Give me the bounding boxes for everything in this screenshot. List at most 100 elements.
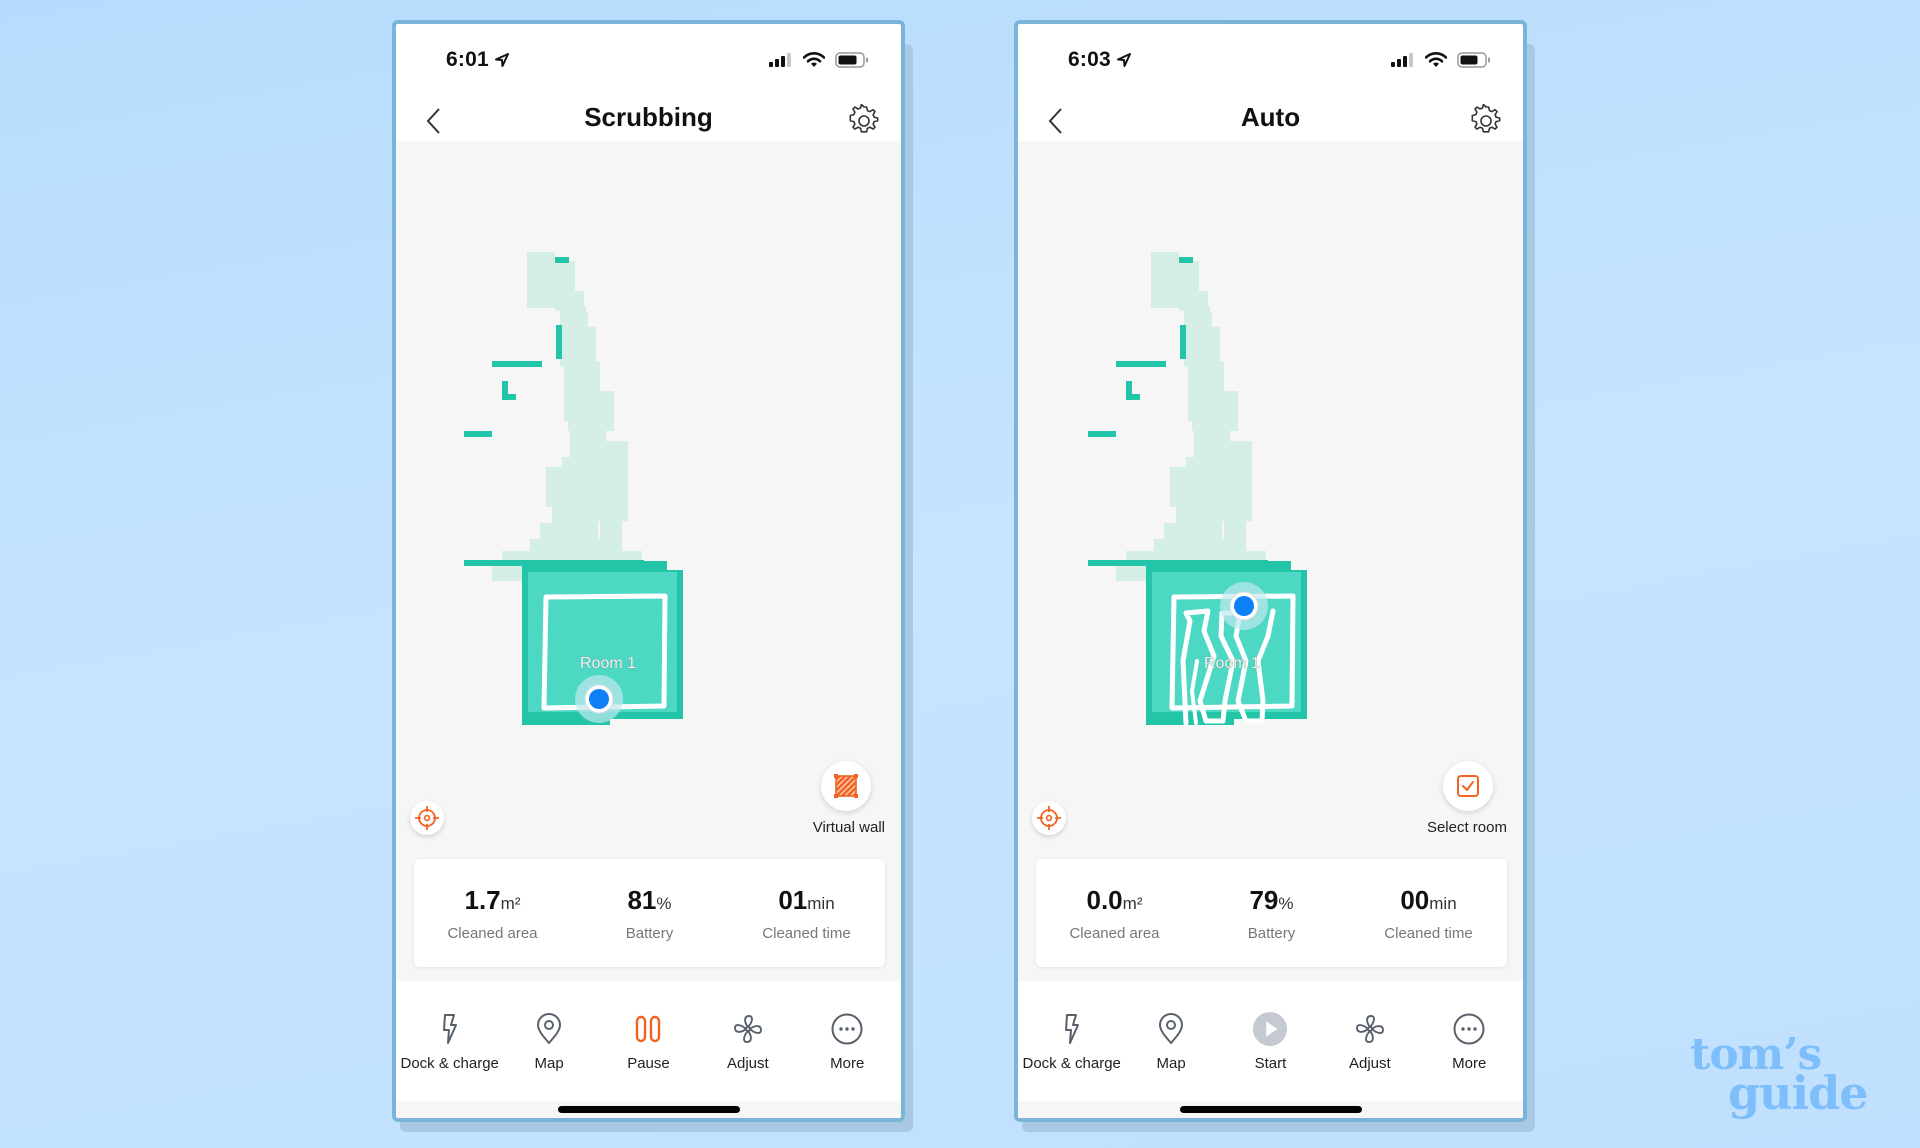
nav-label: Dock & charge: [1022, 1054, 1121, 1072]
page-title: Scrubbing: [584, 102, 713, 132]
pause-icon: [636, 1015, 661, 1042]
more-button[interactable]: More: [799, 1011, 895, 1072]
wifi-icon: [1425, 52, 1447, 67]
fan-icon: [1355, 1014, 1384, 1043]
phone-screen-scrubbing: 6:01 Scrubbing Room 1 Virtual wall 1.7m²…: [392, 20, 905, 1122]
adjust-button[interactable]: Adjust: [1322, 1011, 1418, 1072]
status-time: 6:03: [1068, 48, 1111, 71]
map-button[interactable]: Map: [1123, 1011, 1219, 1072]
status-bar: 6:01: [396, 24, 901, 94]
nav-label: Adjust: [727, 1054, 769, 1072]
home-indicator[interactable]: [557, 1106, 740, 1113]
virtual-wall-icon: [834, 774, 858, 798]
fan-icon: [733, 1014, 762, 1043]
map-pin-icon: [537, 1012, 562, 1045]
nav-label: More: [830, 1054, 865, 1072]
stat-unit: %: [1278, 893, 1294, 913]
wall-segment: [1180, 325, 1186, 359]
dock-charge-button[interactable]: Dock & charge: [1022, 1011, 1121, 1072]
wall-segment: [1116, 361, 1166, 367]
room-label: Room 1: [1204, 655, 1260, 672]
stat-label: Battery: [1247, 924, 1296, 942]
wall-segment: [1126, 394, 1140, 400]
stat-cleaned-area: 0.0m² Cleaned area: [1037, 885, 1192, 942]
battery-icon: [1457, 52, 1490, 68]
robot-position-icon[interactable]: [589, 689, 609, 709]
gear-icon: [1471, 104, 1501, 133]
nav-label: Map: [1156, 1054, 1186, 1072]
map-pin-icon: [1159, 1012, 1184, 1045]
nav-label: Dock & charge: [400, 1054, 499, 1072]
locate-robot-button[interactable]: [1032, 801, 1066, 835]
stat-value: 00: [1400, 884, 1430, 915]
stat-cleaned-area: 1.7m² Cleaned area: [415, 885, 570, 942]
stat-label: Cleaned area: [1069, 924, 1160, 942]
robot-position-icon[interactable]: [1234, 596, 1254, 616]
cellular-signal-icon: [1391, 53, 1413, 67]
virtual-wall-button[interactable]: [821, 761, 871, 811]
stat-value: 81: [627, 884, 657, 915]
wall-segment: [556, 325, 562, 359]
home-indicator[interactable]: [1179, 1106, 1362, 1113]
stat-value: 01: [778, 884, 808, 915]
virtual-wall-label: Virtual wall: [812, 819, 885, 836]
dock-charge-icon: [442, 1013, 457, 1044]
stat-label: Cleaned time: [1384, 924, 1473, 942]
stat-unit: min: [807, 893, 835, 913]
explored-area: [1151, 252, 1179, 308]
page-title: Auto: [1240, 102, 1301, 132]
nav-label: Pause: [627, 1054, 670, 1072]
wall-segment: [1179, 257, 1193, 263]
select-room-button[interactable]: [1443, 761, 1493, 811]
stat-battery: 81% Battery: [572, 885, 727, 942]
floor-map[interactable]: Room 1: [396, 141, 901, 981]
map-area[interactable]: Room 1 Select room 0.0m² Cleaned area 79…: [1018, 141, 1523, 981]
cellular-signal-icon: [769, 53, 791, 67]
settings-button[interactable]: [1467, 102, 1505, 140]
nav-label: Adjust: [1349, 1054, 1391, 1072]
stat-value: 1.7: [464, 884, 501, 915]
more-icon: [1453, 1013, 1485, 1044]
stat-unit: min: [1429, 893, 1457, 913]
stat-value: 79: [1249, 884, 1279, 915]
nav-bar: Scrubbing: [396, 94, 901, 146]
crosshair-icon: [415, 806, 439, 830]
play-icon: [1253, 1011, 1288, 1046]
locate-robot-button[interactable]: [410, 801, 444, 835]
wall-segment: [1088, 431, 1116, 437]
stat-unit: %: [656, 893, 672, 913]
status-bar: 6:03: [1018, 24, 1523, 94]
stat-label: Cleaned area: [447, 924, 538, 942]
settings-button[interactable]: [845, 102, 883, 140]
bottom-nav: Dock & charge Map Pause Adjust More: [396, 981, 901, 1101]
stat-label: Cleaned time: [762, 924, 851, 942]
floor-map[interactable]: Room 1: [1018, 141, 1523, 981]
stat-unit: m²: [1122, 893, 1143, 913]
stat-cleaned-time: 01min Cleaned time: [729, 885, 884, 942]
wall-segment: [492, 361, 542, 367]
start-button[interactable]: Start: [1222, 1011, 1318, 1072]
select-room-icon: [1457, 775, 1479, 797]
status-time: 6:01: [446, 48, 489, 71]
crosshair-icon: [1037, 806, 1061, 830]
gear-icon: [849, 104, 879, 133]
map-button[interactable]: Map: [501, 1011, 597, 1072]
stat-cleaned-time: 00min Cleaned time: [1351, 885, 1506, 942]
nav-label: Map: [534, 1054, 564, 1072]
pause-button[interactable]: Pause: [600, 1011, 696, 1072]
dock-charge-icon: [1064, 1013, 1079, 1044]
stats-card: 0.0m² Cleaned area 79% Battery 00min Cle…: [1036, 859, 1507, 967]
wall-segment: [502, 394, 516, 400]
battery-icon: [835, 52, 868, 68]
phone-screen-auto: 6:03 Auto Room 1 Select room 0.0m² Clean…: [1014, 20, 1527, 1122]
more-button[interactable]: More: [1421, 1011, 1517, 1072]
stats-card: 1.7m² Cleaned area 81% Battery 01min Cle…: [414, 859, 885, 967]
location-arrow-icon: [494, 53, 509, 67]
nav-label: Start: [1254, 1054, 1287, 1072]
map-area[interactable]: Room 1 Virtual wall 1.7m² Cleaned area 8…: [396, 141, 901, 981]
dock-charge-button[interactable]: Dock & charge: [400, 1011, 499, 1072]
adjust-button[interactable]: Adjust: [700, 1011, 796, 1072]
nav-bar: Auto: [1018, 94, 1523, 146]
wall-segment: [464, 431, 492, 437]
select-room-label: Select room: [1426, 819, 1507, 836]
